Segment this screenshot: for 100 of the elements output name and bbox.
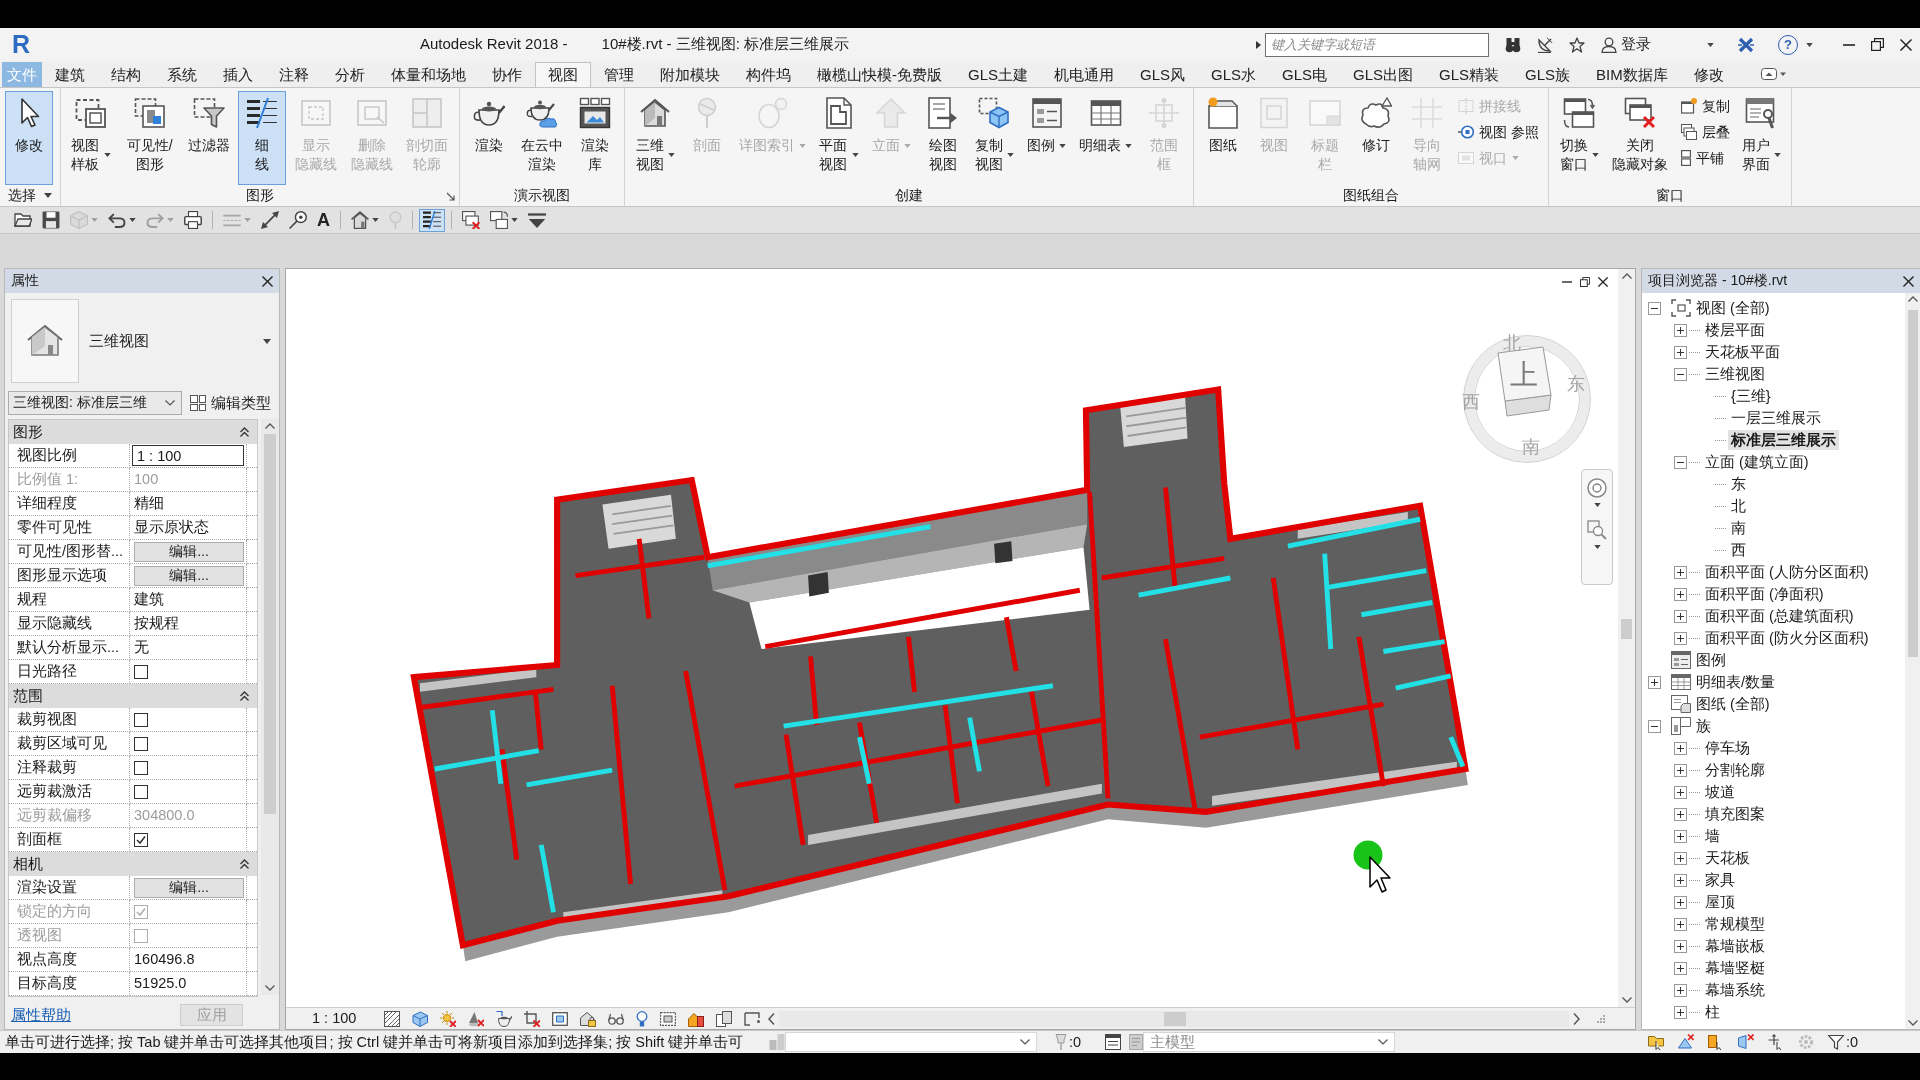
- hatched-square-icon[interactable]: [384, 1010, 401, 1027]
- ribbon-tab[interactable]: GLS出图: [1340, 62, 1427, 87]
- scroll-down-icon[interactable]: [265, 985, 275, 991]
- list-window-icon[interactable]: [1105, 1034, 1122, 1050]
- ribbon-button[interactable]: 视图 参照: [1454, 120, 1544, 144]
- scroll-up-icon[interactable]: [1621, 273, 1632, 279]
- tree-item[interactable]: 幕墙竖梃: [1702, 958, 1768, 978]
- caret-icon[interactable]: [44, 193, 52, 198]
- close-icon[interactable]: [1598, 277, 1608, 287]
- houses-icon[interactable]: [688, 1010, 705, 1027]
- scroll-down-icon[interactable]: [1621, 997, 1632, 1003]
- ribbon-tab[interactable]: 结构: [98, 62, 154, 87]
- triangle-cross-icon[interactable]: [1677, 1034, 1694, 1050]
- restore-icon[interactable]: [1580, 277, 1590, 287]
- tree-item[interactable]: 图例: [1693, 650, 1729, 670]
- caret-icon[interactable]: [1593, 503, 1601, 507]
- expand-icon[interactable]: [1674, 741, 1687, 755]
- dropdown-field[interactable]: [785, 1032, 1037, 1052]
- crop-cross-icon[interactable]: [524, 1010, 541, 1027]
- framed-square-icon[interactable]: [552, 1010, 569, 1027]
- tree-item[interactable]: 东: [1728, 474, 1749, 494]
- ribbon-tab[interactable]: GLS族: [1512, 62, 1584, 87]
- ribbon-tab[interactable]: GLS电: [1269, 62, 1341, 87]
- ribbon-tab[interactable]: 插入: [210, 62, 266, 87]
- ribbon-button[interactable]: 关闭隐藏对象: [1606, 91, 1674, 185]
- ribbon-tab[interactable]: 协作: [479, 62, 535, 87]
- scroll-right-icon[interactable]: [1573, 1012, 1581, 1025]
- ribbon-button[interactable]: 明细表: [1074, 91, 1138, 185]
- checkbox[interactable]: [134, 760, 148, 775]
- ribbon-button[interactable]: 视图样板: [66, 91, 116, 185]
- scroll-left-icon[interactable]: [768, 1012, 776, 1025]
- tree-item[interactable]: 幕墙系统: [1702, 980, 1768, 1000]
- ribbon-button[interactable]: 过滤器: [183, 91, 236, 185]
- expand-icon[interactable]: [1674, 939, 1687, 953]
- x-logo-icon[interactable]: [1738, 36, 1754, 53]
- house-lock-icon[interactable]: [580, 1010, 597, 1027]
- scrollbar-thumb[interactable]: [1907, 310, 1918, 657]
- ribbon-button[interactable]: 修订: [1352, 91, 1401, 185]
- star-icon[interactable]: [1569, 36, 1585, 53]
- bracket-icon[interactable]: [744, 1010, 761, 1027]
- tree-item[interactable]: 标准层三维展示: [1728, 430, 1839, 450]
- panel-toggle-icon[interactable]: [1760, 67, 1787, 81]
- edit-button[interactable]: 编辑...: [134, 565, 244, 586]
- ribbon-button[interactable]: 三维视图: [630, 91, 680, 185]
- close-icon[interactable]: [1903, 275, 1914, 287]
- tree-item[interactable]: {三维}: [1728, 386, 1774, 406]
- search-field[interactable]: 键入关键字或短语: [1265, 32, 1489, 57]
- property-field[interactable]: 1 : 100: [132, 445, 244, 466]
- tree-item[interactable]: 墙: [1702, 826, 1723, 846]
- ribbon-button[interactable]: 图例: [1022, 91, 1072, 185]
- ribbon-button[interactable]: 渲染: [464, 91, 513, 185]
- tree-item[interactable]: 面积平面 (人防分区面积): [1702, 562, 1872, 582]
- expand-icon[interactable]: [1674, 917, 1687, 931]
- caret-icon[interactable]: [1806, 42, 1813, 47]
- ribbon-tab[interactable]: GLS精装: [1426, 62, 1513, 87]
- ribbon-tab[interactable]: 构件坞: [733, 62, 804, 87]
- tree-item[interactable]: 族: [1693, 716, 1714, 736]
- tree-item[interactable]: 幕墙嵌板: [1702, 936, 1768, 956]
- tree-item[interactable]: 坡道: [1702, 782, 1738, 802]
- ribbon-tab[interactable]: 体量和场地: [378, 62, 479, 87]
- tree-item[interactable]: 面积平面 (总建筑面积): [1702, 606, 1857, 626]
- caret-right-icon[interactable]: [1256, 40, 1261, 49]
- dashed-frame-icon[interactable]: [660, 1010, 677, 1027]
- expand-icon[interactable]: [1674, 895, 1687, 909]
- ribbon-button[interactable]: 复制视图: [969, 91, 1020, 185]
- ribbon-button[interactable]: 切换窗口: [1554, 91, 1604, 185]
- shadow-cross-icon[interactable]: [468, 1010, 485, 1027]
- expand-icon[interactable]: [1674, 983, 1687, 997]
- ribbon-button[interactable]: 细线: [238, 91, 287, 185]
- cube-icon[interactable]: [412, 1010, 429, 1027]
- edit-type-button[interactable]: 编辑类型: [190, 393, 271, 413]
- tree-item[interactable]: 面积平面 (净面积): [1702, 584, 1827, 604]
- sign-in-button[interactable]: 登录: [1601, 35, 1651, 54]
- block-pointer-icon[interactable]: [1707, 1034, 1724, 1050]
- scrollbar-thumb[interactable]: [1164, 1011, 1187, 1026]
- toolbar-button[interactable]: [419, 208, 445, 232]
- expand-icon[interactable]: [1674, 785, 1687, 799]
- ribbon-tab[interactable]: 视图: [535, 62, 591, 87]
- expand-icon[interactable]: [1674, 345, 1687, 359]
- ribbon-tab[interactable]: 注释: [266, 62, 322, 87]
- sun-cross-icon[interactable]: [440, 1010, 457, 1027]
- ribbon-button[interactable]: 用户界面: [1736, 91, 1787, 185]
- ribbon-button[interactable]: 可见性/图形: [118, 91, 181, 185]
- teapot-icon[interactable]: [496, 1010, 513, 1027]
- group-header[interactable]: 范围: [9, 684, 257, 708]
- close-icon[interactable]: [1900, 38, 1912, 51]
- tree-item[interactable]: 柱: [1702, 1002, 1723, 1022]
- expand-icon[interactable]: [1674, 565, 1687, 579]
- scroll-up-icon[interactable]: [265, 423, 275, 429]
- caret-icon[interactable]: [1707, 42, 1714, 47]
- restore-icon[interactable]: [1871, 38, 1884, 51]
- tree-item[interactable]: 西: [1728, 540, 1749, 560]
- launcher-arrow-icon[interactable]: [445, 192, 455, 201]
- help-link[interactable]: 属性帮助: [11, 1005, 71, 1025]
- ribbon-button[interactable]: 平铺: [1676, 146, 1734, 170]
- edit-button[interactable]: 编辑...: [134, 541, 244, 562]
- instance-dropdown[interactable]: 三维视图: 标准层三维: [8, 391, 182, 415]
- ribbon-tab[interactable]: 修改: [1680, 62, 1737, 87]
- ribbon-button[interactable]: 层叠: [1676, 120, 1734, 144]
- checkbox[interactable]: [134, 664, 148, 679]
